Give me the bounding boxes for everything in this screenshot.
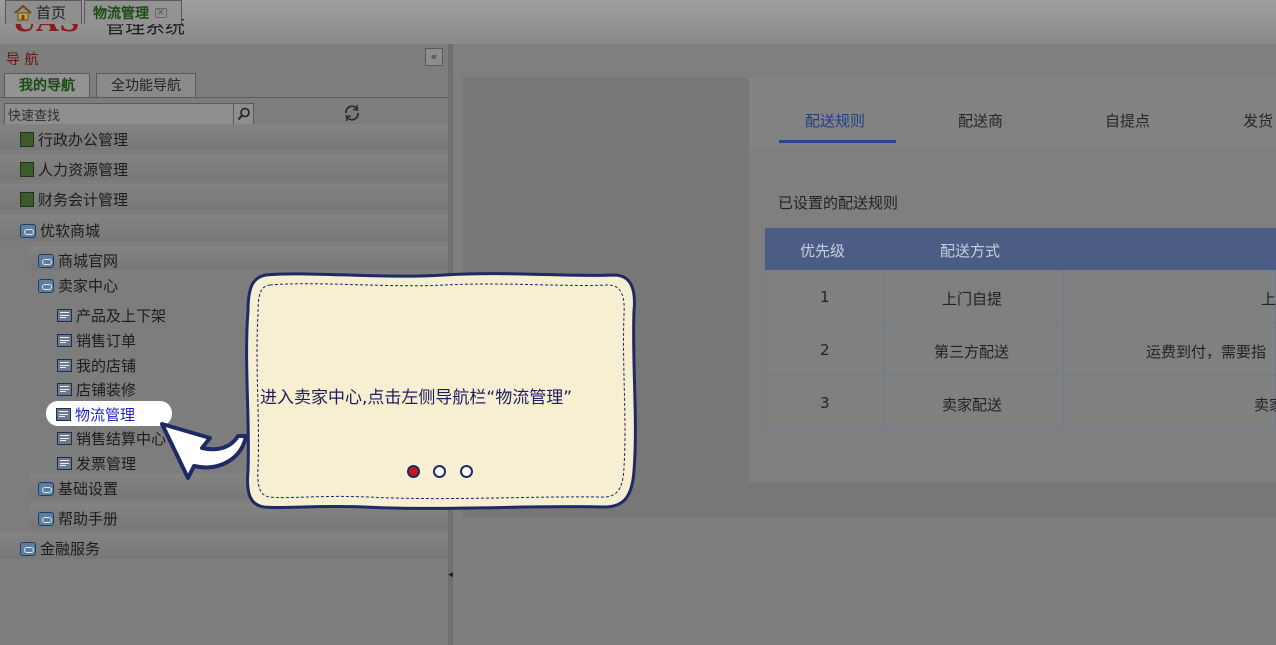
page-tabs-bar	[453, 44, 1276, 68]
pointer-arrow-icon	[160, 422, 248, 480]
active-subtab-indicator	[779, 140, 896, 143]
cloud-folder-icon	[38, 253, 54, 268]
sidebar-item-my-store[interactable]: 我的店铺	[57, 355, 136, 376]
refresh-icon[interactable]	[343, 104, 361, 122]
pager-dot[interactable]	[460, 465, 473, 478]
sidebar-item-seller-center[interactable]: 卖家中心	[38, 275, 118, 296]
sidebar-item-hr[interactable]: 人力资源管理	[20, 159, 128, 180]
book-icon	[20, 162, 34, 177]
column-header-method: 配送方式	[940, 242, 1001, 260]
sidebar-item-invoices[interactable]: 发票管理	[57, 453, 136, 474]
search-button[interactable]	[233, 104, 253, 124]
sidebar-item-finance[interactable]: 财务会计管理	[20, 189, 128, 210]
subtab-carriers[interactable]: 配送商	[958, 110, 1003, 131]
search-icon	[237, 107, 250, 121]
column-divider	[884, 270, 885, 429]
sidebar-item-logistics-highlight[interactable]: 物流管理	[46, 401, 172, 426]
nav-title: 导 航	[6, 52, 39, 68]
pager-dot-active[interactable]	[407, 465, 420, 478]
list-icon	[57, 309, 72, 322]
list-icon	[56, 408, 71, 421]
cloud-folder-icon	[38, 511, 54, 526]
list-icon	[57, 457, 72, 470]
subtab-shipping[interactable]: 发货	[1243, 110, 1273, 131]
cloud-folder-icon	[38, 278, 54, 293]
cloud-folder-icon	[20, 541, 36, 556]
list-icon	[57, 432, 72, 445]
sidebar-item-finance-service[interactable]: 金融服务	[20, 538, 100, 559]
app-header	[0, 0, 1276, 44]
tab-all-nav[interactable]: 全功能导航	[96, 73, 196, 98]
column-divider	[1063, 270, 1064, 429]
sidebar-item-store-decor[interactable]: 店铺装修	[57, 379, 136, 400]
search-input[interactable]: 快速查找	[8, 105, 60, 124]
cell-extra: 卖家	[1254, 396, 1276, 414]
content-footer-area	[463, 528, 1276, 645]
list-icon	[57, 334, 72, 347]
cell-method: 第三方配送	[934, 343, 1010, 361]
cell-priority: 1	[820, 288, 830, 306]
cloud-folder-icon	[20, 223, 36, 238]
sidebar-item-mall-site[interactable]: 商城官网	[38, 250, 118, 271]
sidebar-item-sales-orders[interactable]: 销售订单	[57, 330, 136, 351]
cell-method: 上门自提	[942, 290, 1003, 308]
cell-method: 卖家配送	[942, 396, 1003, 414]
home-icon	[14, 4, 32, 20]
sidebar-item-help[interactable]: 帮助手册	[38, 508, 118, 529]
tab-my-nav[interactable]: 我的导航	[4, 73, 90, 98]
sidebar-item-logistics[interactable]: 物流管理	[56, 404, 135, 425]
subtab-pickup-points[interactable]: 自提点	[1105, 110, 1150, 131]
sidebar-item-products[interactable]: 产品及上下架	[57, 305, 166, 326]
cell-priority: 3	[820, 394, 830, 412]
table-row	[765, 376, 1276, 429]
sidebar-item-basic-settings[interactable]: 基础设置	[38, 478, 118, 499]
table-row	[765, 270, 1276, 323]
tab-home[interactable]: 首页	[5, 0, 82, 24]
column-header-priority: 优先级	[800, 242, 846, 260]
tab-logistics[interactable]: 物流管理 ✕	[84, 0, 182, 24]
book-icon	[20, 132, 34, 147]
cloud-folder-icon	[38, 481, 54, 496]
sidebar-item-mall[interactable]: 优软商城	[20, 220, 100, 241]
close-tab-icon[interactable]: ✕	[155, 7, 167, 18]
guide-tooltip-text: 进入卖家中心,点击左侧导航栏“物流管理”	[260, 388, 573, 408]
cell-extra: 运费到付，需要指	[1146, 343, 1267, 361]
list-icon	[57, 383, 72, 396]
subtab-delivery-rules[interactable]: 配送规则	[805, 110, 865, 131]
sidebar-item-settlement[interactable]: 销售结算中心	[57, 428, 166, 449]
collapse-sidebar-button[interactable]: «	[425, 48, 443, 66]
sidebar-item-admin-office[interactable]: 行政办公管理	[20, 129, 128, 150]
pager-dot[interactable]	[433, 465, 446, 478]
list-icon	[57, 359, 72, 372]
book-icon	[20, 192, 34, 207]
tabs-divider	[0, 97, 448, 98]
section-title: 已设置的配送规则	[778, 194, 899, 212]
cell-priority: 2	[820, 341, 830, 359]
cell-extra: 上	[1261, 290, 1276, 308]
search-box[interactable]: 快速查找	[4, 103, 254, 125]
